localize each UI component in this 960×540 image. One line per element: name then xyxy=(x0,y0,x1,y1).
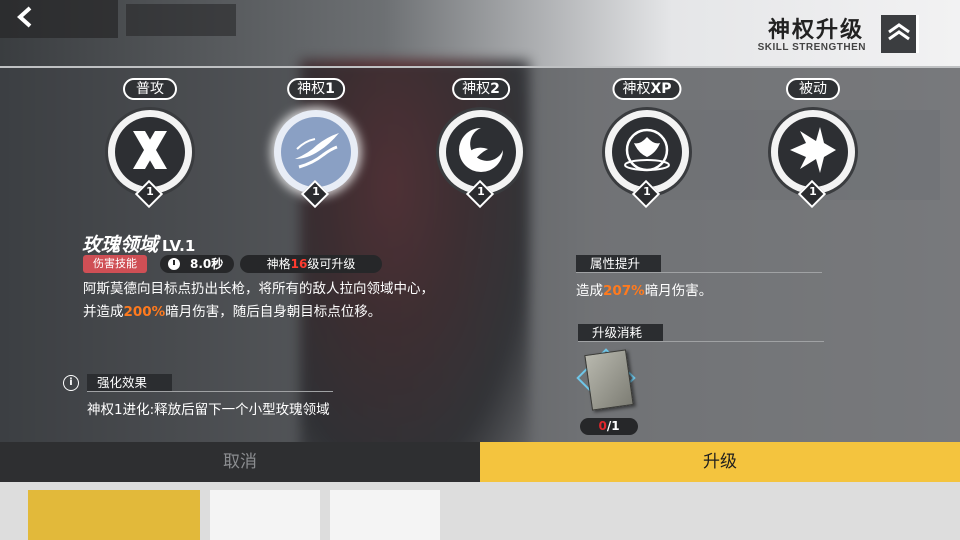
burst-arrow-icon xyxy=(786,123,840,181)
page-subtitle: SKILL STRENGTHEN xyxy=(757,42,866,53)
cooldown-value: 8.0秒 xyxy=(190,257,224,271)
skill-slot-basic[interactable]: 普攻 1 xyxy=(100,78,200,209)
divider xyxy=(578,341,824,342)
phoenix-emblem-icon xyxy=(620,123,674,181)
back-button[interactable] xyxy=(0,0,118,38)
skill-level: 1 xyxy=(312,185,320,198)
skill-name: 玫瑰领域 LV.1 xyxy=(82,234,196,256)
book-icon xyxy=(584,349,634,411)
skill-slot-divine-xp[interactable]: 神权XP 1 xyxy=(597,78,697,209)
skill-level: 1 xyxy=(809,185,817,198)
double-chevron-up-icon xyxy=(886,21,912,47)
skill-level: 1 xyxy=(643,185,651,198)
enhance-section-title: 强化效果 xyxy=(87,374,172,392)
skill-level: 1 xyxy=(146,185,154,198)
skill-level-label: LV.1 xyxy=(162,237,196,255)
skill-slot-divine-2[interactable]: 神权2 1 xyxy=(431,78,531,209)
home-tab[interactable] xyxy=(126,4,236,36)
upgrade-button[interactable]: 升级 xyxy=(480,442,960,482)
skill-tab-label: 普攻 xyxy=(123,78,177,100)
attribute-section-title: 属性提升 xyxy=(576,255,661,273)
material-count: 0/1 xyxy=(580,418,638,435)
skill-level: 1 xyxy=(477,185,485,198)
collapse-button[interactable] xyxy=(881,15,919,53)
skill-slot-divine-1[interactable]: 神权1 1 xyxy=(266,78,366,209)
skill-type-badge: 伤害技能 xyxy=(83,255,147,273)
header-divider xyxy=(0,66,960,68)
divider xyxy=(87,391,333,392)
page-title: 神权升级 xyxy=(767,17,864,42)
crescent-moon-icon xyxy=(454,123,508,181)
cost-section-title: 升级消耗 xyxy=(578,324,663,342)
divider xyxy=(576,272,822,273)
skill-slot-passive[interactable]: 被动 1 xyxy=(763,78,863,209)
cooldown-badge: 8.0秒 xyxy=(160,255,234,273)
cross-blades-icon xyxy=(125,125,175,179)
chevron-left-icon xyxy=(16,6,34,33)
cancel-button[interactable]: 取消 xyxy=(0,442,480,482)
attribute-description: 造成207%暗月伤害。 xyxy=(576,283,713,299)
spear-swirl-icon xyxy=(289,123,343,181)
info-icon[interactable]: i xyxy=(63,375,79,391)
enhance-description: 神权1进化:释放后留下一个小型玫瑰领域 xyxy=(87,402,330,418)
clock-icon xyxy=(168,258,180,270)
skill-tab-label: 神权XP xyxy=(612,78,682,100)
skill-tab-label: 神权1 xyxy=(287,78,345,100)
upgrade-requirement: 神格16级可升级 xyxy=(240,255,382,273)
skill-description: 阿斯莫德向目标点扔出长枪，将所有的敌人拉向领域中心， 并造成200%暗月伤害，随… xyxy=(83,281,434,320)
skill-tab-label: 被动 xyxy=(786,78,840,100)
upgrade-material-item[interactable] xyxy=(576,348,640,416)
skill-tab-label: 神权2 xyxy=(452,78,510,100)
